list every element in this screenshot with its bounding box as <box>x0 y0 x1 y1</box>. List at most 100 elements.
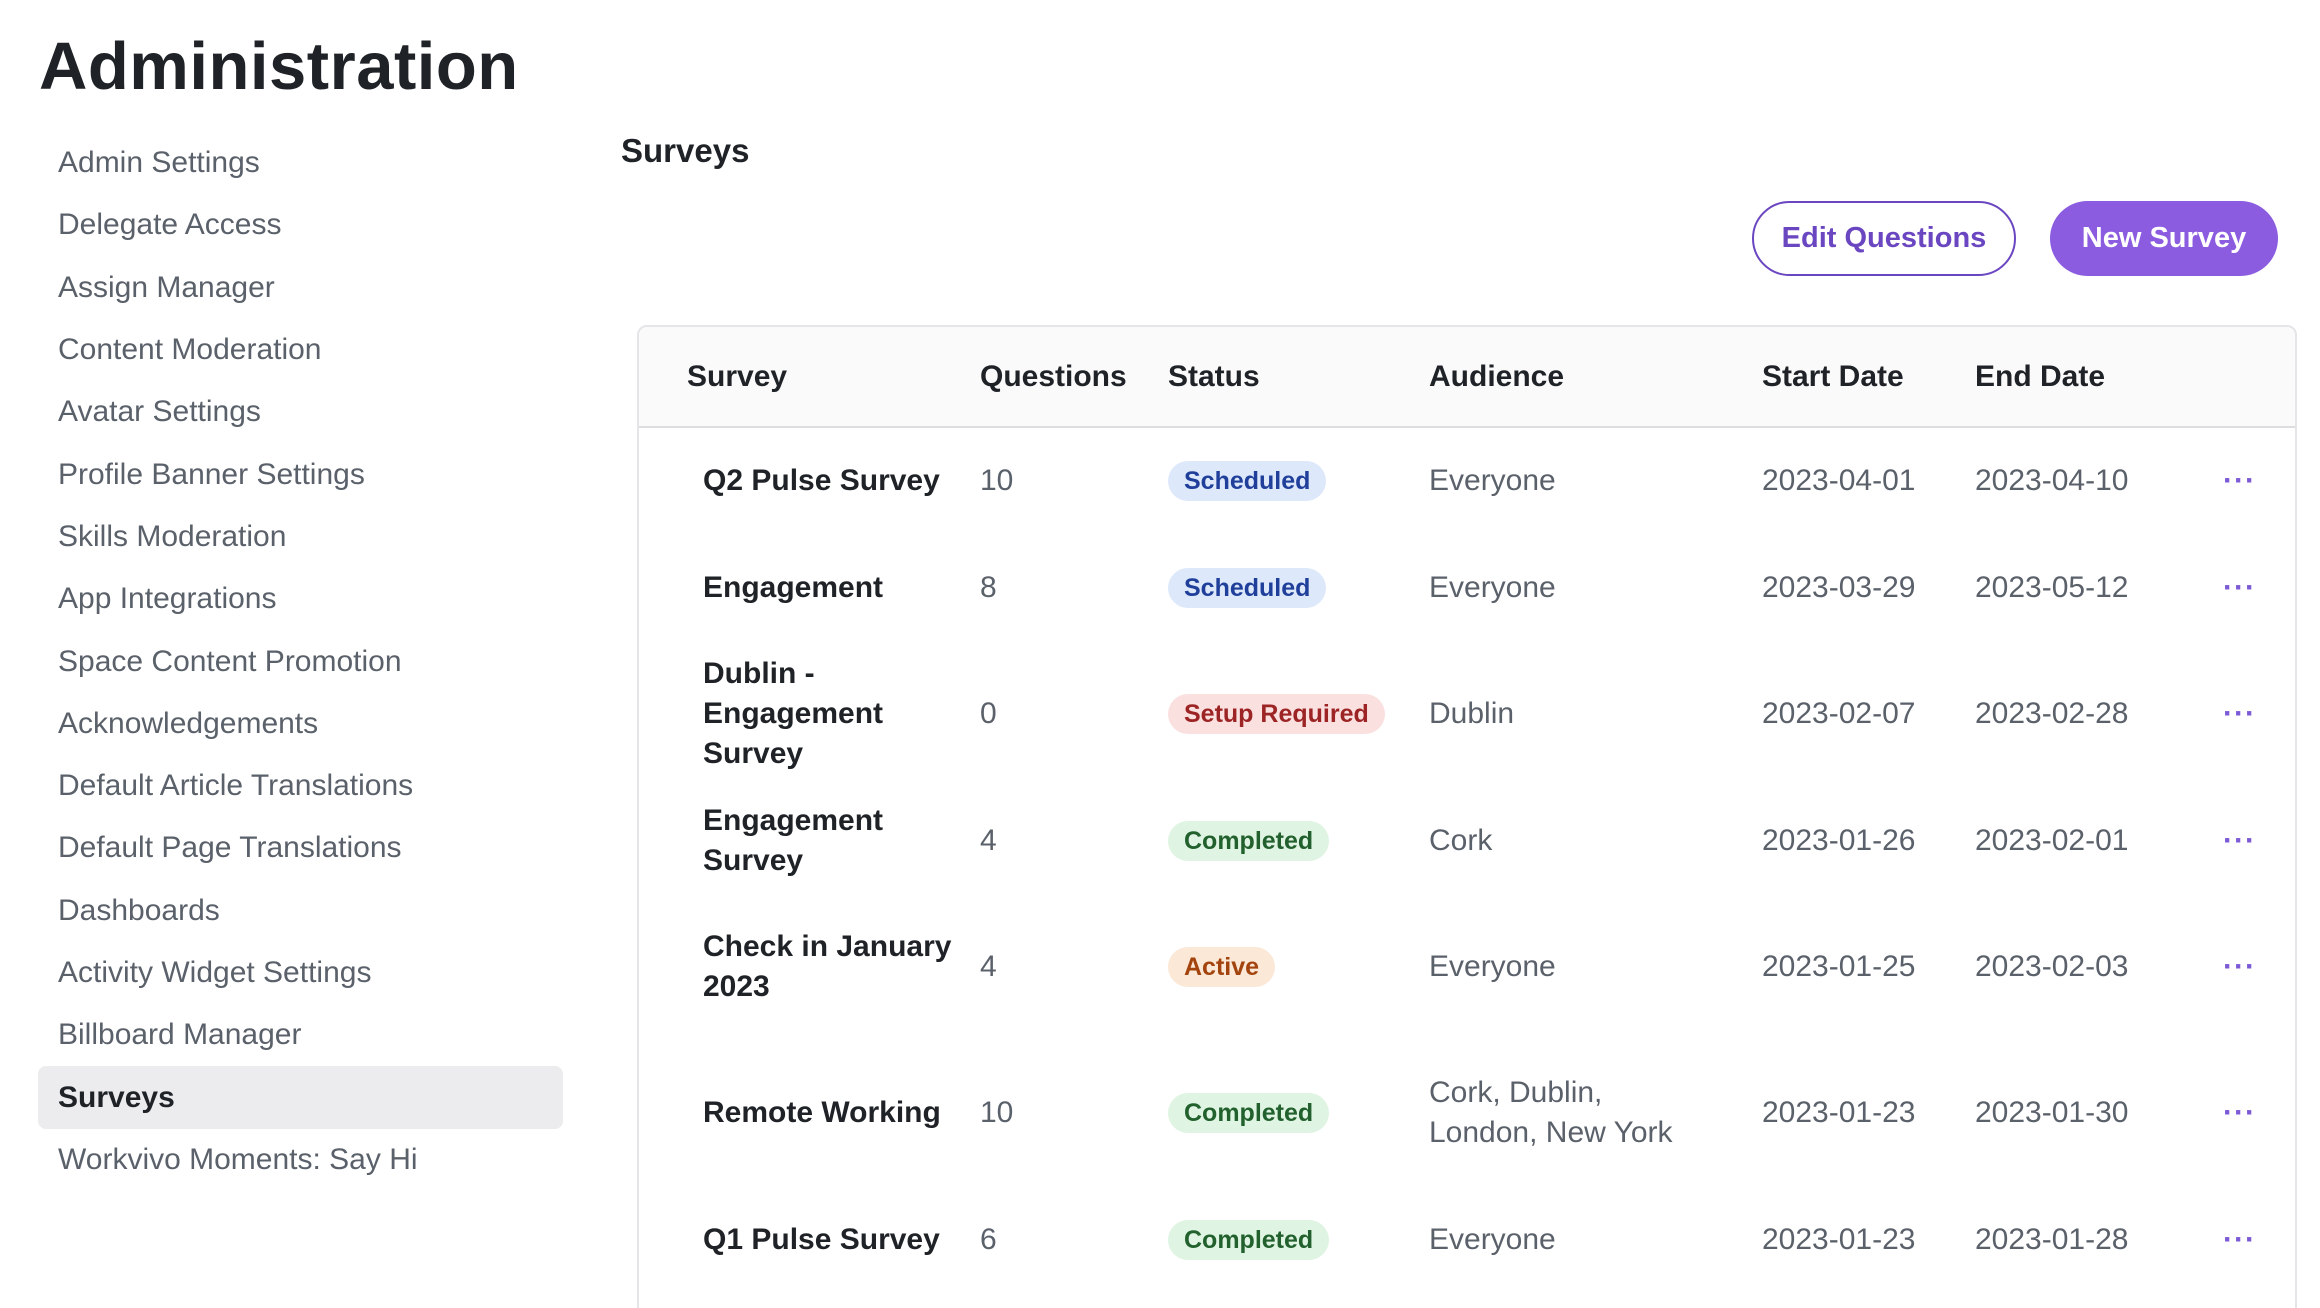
row-actions-cell: ··· <box>2179 1186 2295 1293</box>
survey-name-line: Dublin - <box>703 657 815 690</box>
column-header-status[interactable]: Status <box>1168 327 1429 427</box>
start-date-cell: 2023-03-29 <box>1762 570 1916 604</box>
sidebar-item-space-content-promotion[interactable]: Space Content Promotion <box>38 630 563 692</box>
more-options-icon[interactable]: ··· <box>2223 950 2256 983</box>
status-badge: Completed <box>1168 1093 1330 1133</box>
survey-name-line: Q1 Pulse Survey <box>703 1222 940 1256</box>
column-header-end-date[interactable]: End Date <box>1975 327 2179 427</box>
more-options-icon[interactable]: ··· <box>2223 571 2256 604</box>
audience-cell: Dublin <box>1429 641 1762 787</box>
survey-name-line: Remote Working <box>703 1096 941 1129</box>
audience-line: Everyone <box>1429 1222 1556 1256</box>
status-badge: Completed <box>1168 820 1330 861</box>
column-header-actions <box>2179 327 2295 427</box>
sidebar-item-avatar-settings[interactable]: Avatar Settings <box>38 381 563 443</box>
more-options-icon[interactable]: ··· <box>2223 697 2256 730</box>
table-row[interactable]: Q2 Pulse Survey 10 Scheduled Everyone 2023-0… <box>639 427 2295 534</box>
audience-cell: Everyone <box>1429 1186 1762 1293</box>
sidebar-item-content-moderation[interactable]: Content Moderation <box>38 319 563 381</box>
new-survey-button[interactable]: New Survey <box>2050 201 2278 276</box>
start-date-cell: 2023-01-23 <box>1762 1222 1916 1256</box>
status-badge: Setup Required <box>1168 694 1385 734</box>
start-date-cell: 2023-01-23 <box>1762 1096 1916 1129</box>
start-date-cell: 2023-01-25 <box>1762 950 1916 983</box>
table-row[interactable]: Dublin - Engagement Survey 0 Setup Required… <box>639 641 2295 787</box>
audience-cell: Everyone <box>1429 894 1762 1040</box>
more-options-icon[interactable]: ··· <box>2223 824 2256 857</box>
survey-name-cell[interactable]: Check in January 2023 <box>639 894 980 1040</box>
status-cell: Completed <box>1168 1186 1429 1293</box>
survey-name-cell[interactable]: Q2 Pulse Survey <box>639 427 980 534</box>
audience-line: Cork <box>1429 823 1493 857</box>
survey-name-cell[interactable]: Dublin - Engagement Survey <box>639 641 980 787</box>
sidebar-item-workvivo-moments-say-hi[interactable]: Workvivo Moments: Say Hi <box>38 1129 563 1191</box>
sidebar-item-default-article-translations[interactable]: Default Article Translations <box>38 755 563 817</box>
sidebar-item-default-page-translations[interactable]: Default Page Translations <box>38 817 563 879</box>
more-options-icon[interactable]: ··· <box>2223 464 2256 497</box>
status-badge: Scheduled <box>1168 461 1327 501</box>
sidebar-item-skills-moderation[interactable]: Skills Moderation <box>38 506 563 568</box>
sidebar-item-billboard-manager[interactable]: Billboard Manager <box>38 1004 563 1066</box>
start-date-cell: 2023-01-26 <box>1762 823 1916 857</box>
table-row[interactable]: Remote Working 10 Completed Cork, Dublin, Lo… <box>639 1040 2295 1186</box>
audience-line: Dublin <box>1429 697 1515 730</box>
row-actions-cell: ··· <box>2179 787 2295 894</box>
questions-count-cell: 6 <box>980 1222 997 1256</box>
sidebar-item-admin-settings[interactable]: Admin Settings <box>38 132 563 194</box>
survey-name-line: Check in January <box>703 930 952 963</box>
sidebar-item-profile-banner-settings[interactable]: Profile Banner Settings <box>38 443 563 505</box>
table-row[interactable]: Engagement 8 Scheduled Everyone 2023-03-29 20… <box>639 534 2295 641</box>
audience-cell: Cork, Dublin, London, New York <box>1429 1040 1762 1186</box>
sidebar-item-surveys[interactable]: Surveys <box>38 1066 563 1129</box>
end-date-cell: 2023-05-12 <box>1975 570 2129 604</box>
status-cell: Scheduled <box>1168 427 1429 534</box>
column-header-start-date[interactable]: Start Date <box>1762 327 1975 427</box>
sidebar-item-acknowledgements[interactable]: Acknowledgements <box>38 693 563 755</box>
table-row[interactable]: Engagement Survey 4 Completed Cork 2023-01-2… <box>639 787 2295 894</box>
sidebar-item-app-integrations[interactable]: App Integrations <box>38 568 563 630</box>
audience-line: Cork, Dublin, <box>1429 1076 1603 1109</box>
table-row[interactable]: Check in January 2023 4 Active Everyone 2023-… <box>639 894 2295 1040</box>
status-badge: Scheduled <box>1168 567 1327 608</box>
end-date-cell: 2023-01-30 <box>1975 1096 2129 1129</box>
column-header-questions[interactable]: Questions <box>980 327 1168 427</box>
questions-count-cell: 10 <box>980 464 1014 497</box>
column-header-audience[interactable]: Audience <box>1429 327 1762 427</box>
status-cell: Setup Required <box>1168 641 1429 787</box>
start-date-cell: 2023-04-01 <box>1762 464 1916 497</box>
questions-count-cell: 10 <box>980 1096 1014 1129</box>
sidebar-item-activity-widget-settings[interactable]: Activity Widget Settings <box>38 942 563 1004</box>
column-header-survey[interactable]: Survey <box>639 327 980 427</box>
surveys-table-card: Survey Questions Status Audience Start D… <box>637 325 2297 1308</box>
table-header-row: Survey Questions Status Audience Start D… <box>639 327 2295 427</box>
survey-name-cell[interactable]: Engagement <box>639 534 980 641</box>
survey-name-cell[interactable]: Remote Working <box>639 1040 980 1186</box>
end-date-cell: 2023-02-03 <box>1975 950 2129 983</box>
survey-name-line: Engagement Survey <box>703 697 884 770</box>
end-date-cell: 2023-02-28 <box>1975 697 2129 730</box>
table-row[interactable]: Q1 Pulse Survey 6 Completed Everyone 2023-01… <box>639 1186 2295 1293</box>
questions-count-cell: 0 <box>980 697 997 730</box>
row-actions-cell: ··· <box>2179 1040 2295 1186</box>
sidebar-item-delegate-access[interactable]: Delegate Access <box>38 194 563 256</box>
survey-name-cell[interactable]: Q1 Pulse Survey <box>639 1186 980 1293</box>
page-title: Administration <box>39 29 519 104</box>
audience-line: Everyone <box>1429 464 1556 497</box>
more-options-icon[interactable]: ··· <box>2223 1223 2256 1256</box>
sidebar-item-dashboards[interactable]: Dashboards <box>38 880 563 942</box>
survey-name-line: Q2 Pulse Survey <box>703 464 940 497</box>
survey-name-cell[interactable]: Engagement Survey <box>639 787 980 894</box>
end-date-cell: 2023-04-10 <box>1975 464 2129 497</box>
end-date-cell: 2023-01-28 <box>1975 1222 2129 1256</box>
survey-name-line: Engagement Survey <box>703 803 884 877</box>
audience-line: Everyone <box>1429 950 1556 983</box>
more-options-icon[interactable]: ··· <box>2223 1096 2256 1129</box>
audience-line: London, New York <box>1429 1116 1673 1149</box>
edit-questions-button[interactable]: Edit Questions <box>1752 201 2016 276</box>
audience-line: Everyone <box>1429 570 1556 604</box>
sidebar-item-assign-manager[interactable]: Assign Manager <box>38 257 563 319</box>
questions-count-cell: 4 <box>980 950 997 983</box>
questions-count-cell: 4 <box>980 823 997 857</box>
row-actions-cell: ··· <box>2179 534 2295 641</box>
row-actions-cell: ··· <box>2179 641 2295 787</box>
